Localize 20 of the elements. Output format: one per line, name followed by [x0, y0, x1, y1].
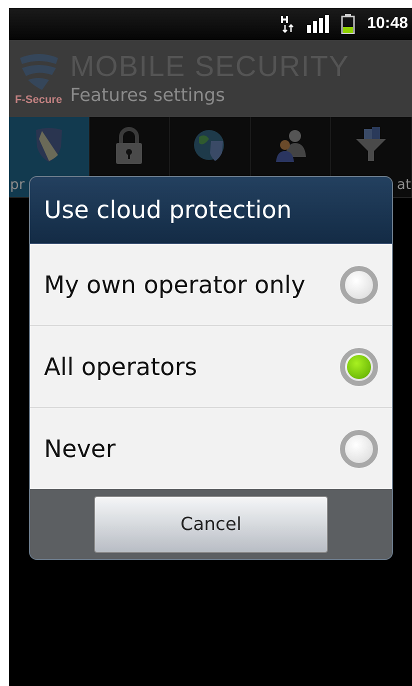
- option-label: Never: [44, 434, 116, 462]
- option-label: My own operator only: [44, 270, 306, 298]
- tab-label: pr: [10, 177, 25, 193]
- option-label: All operators: [44, 352, 198, 380]
- radio-button[interactable]: [340, 430, 378, 468]
- logo-text: F-Secure: [15, 94, 62, 106]
- app-subtitle: Features settings: [70, 84, 226, 106]
- signal-icon: [307, 15, 330, 33]
- data-transfer-icon: [281, 15, 296, 33]
- option-row[interactable]: Never: [30, 408, 392, 489]
- padlock-icon: [114, 127, 144, 167]
- battery-icon: [341, 14, 356, 34]
- radio-button[interactable]: [340, 266, 378, 304]
- cancel-button[interactable]: Cancel: [94, 496, 328, 552]
- dialog-title: Use cloud protection: [30, 177, 392, 244]
- clock-time: 10:48: [367, 15, 408, 33]
- tab-label: at: [396, 177, 411, 193]
- option-row[interactable]: All operators: [30, 326, 392, 408]
- radio-button[interactable]: [340, 348, 378, 386]
- option-row[interactable]: My own operator only: [30, 244, 392, 326]
